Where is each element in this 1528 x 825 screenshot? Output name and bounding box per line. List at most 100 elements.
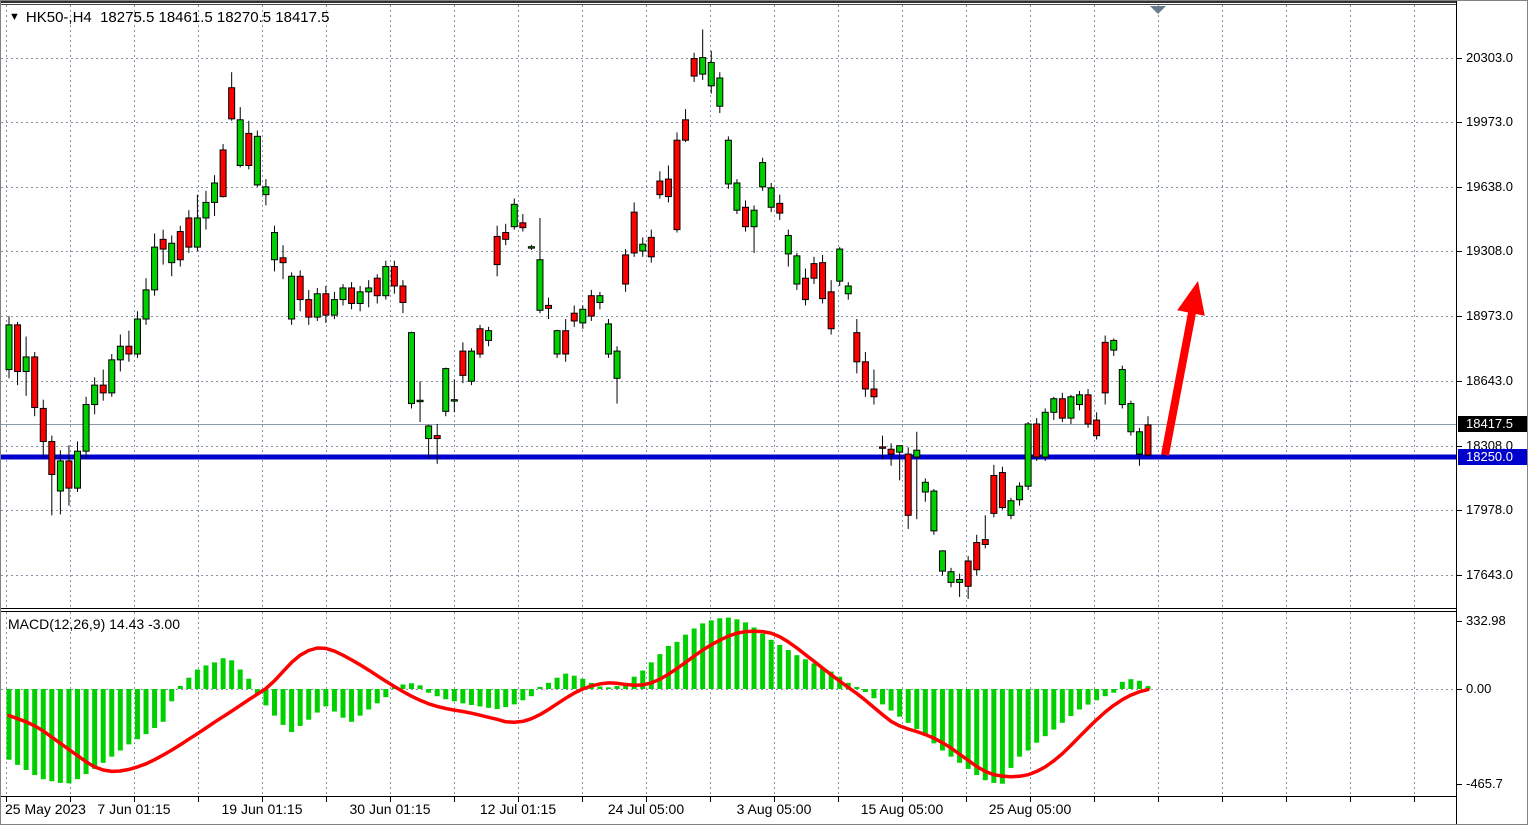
candle-body-down	[1059, 399, 1065, 418]
candle-body-up	[1042, 412, 1048, 457]
macd-histogram-bar	[400, 684, 405, 689]
candle-body-up	[331, 300, 337, 316]
candle-body-down	[374, 278, 380, 295]
candle-body-down	[691, 59, 697, 76]
macd-histogram-bar	[923, 689, 928, 736]
time-axis-tick	[326, 797, 327, 802]
macd-histogram-bar	[1060, 689, 1065, 723]
candle-body-up	[1076, 395, 1082, 405]
macd-histogram-bar	[606, 687, 611, 689]
macd-histogram-bar	[597, 687, 602, 689]
time-axis-tick	[1094, 797, 1095, 802]
macd-histogram-bar	[349, 689, 354, 722]
trend-arrow-head[interactable]	[1177, 281, 1205, 316]
candle-body-up	[837, 249, 843, 281]
candle-body-up	[426, 426, 432, 439]
macd-histogram-bar	[203, 665, 208, 689]
price-axis-label: 19638.0	[1466, 179, 1513, 194]
time-axis-label: 30 Jun 01:15	[350, 801, 431, 817]
macd-histogram-bar	[529, 689, 534, 696]
candle-body-down	[229, 88, 235, 119]
candle-body-up	[451, 400, 457, 401]
candle-body-up	[957, 579, 963, 582]
macd-histogram-bar	[777, 645, 782, 689]
macd-histogram-bar	[700, 623, 705, 689]
macd-histogram-bar	[1068, 689, 1073, 716]
macd-histogram-bar	[1094, 689, 1099, 700]
candle-body-down	[349, 288, 355, 304]
candle-body-up	[914, 450, 920, 457]
macd-histogram-bar	[435, 689, 440, 696]
candle-body-down	[974, 543, 980, 570]
price-axis-label: 18643.0	[1466, 373, 1513, 388]
candle-body-down	[982, 540, 988, 545]
macd-histogram-bar	[75, 689, 80, 779]
time-axis-label: 24 Jul 05:00	[608, 801, 684, 817]
candle-body-up	[289, 276, 295, 319]
candle-body-down	[1034, 424, 1040, 457]
macd-histogram-bar	[1051, 689, 1056, 730]
current-bar-marker-icon	[1150, 6, 1166, 14]
candle-body-down	[494, 236, 500, 264]
macd-histogram-bar	[358, 689, 363, 716]
candle-body-down	[965, 561, 971, 586]
macd-indicator-label: MACD(12,26,9) 14.43 -3.00	[8, 616, 180, 632]
candle-body-up	[614, 351, 620, 378]
macd-histogram-bar	[1034, 689, 1039, 743]
macd-histogram-bar	[298, 689, 303, 726]
candle-body-up	[1017, 486, 1023, 500]
macd-histogram-bar	[289, 689, 294, 732]
time-axis-tick	[966, 797, 967, 802]
candle-body-down	[828, 292, 834, 329]
candle-body-down	[477, 329, 483, 354]
candle-body-up	[143, 290, 149, 319]
trend-arrow-shaft[interactable]	[1165, 313, 1192, 455]
candle-body-down	[32, 357, 38, 408]
symbol-dropdown-icon[interactable]: ▼	[9, 11, 20, 23]
macd-histogram-bar	[512, 689, 517, 704]
macd-histogram-bar	[1043, 689, 1048, 736]
candle-body-up	[708, 62, 714, 85]
candle-body-down	[991, 475, 997, 513]
chart-canvas[interactable]	[1, 1, 1456, 825]
time-axis-label: 25 May 2023	[5, 801, 86, 817]
time-axis-label: 7 Jun 01:15	[97, 801, 170, 817]
axis-tick	[1457, 187, 1462, 188]
macd-histogram-bar	[914, 689, 919, 729]
candle-body-down	[802, 278, 808, 299]
candle-body-up	[237, 120, 243, 166]
candle-body-down	[460, 351, 466, 375]
macd-histogram-bar	[161, 689, 166, 722]
macd-histogram-bar	[186, 678, 191, 689]
macd-histogram-bar	[221, 658, 226, 689]
candle-body-up	[605, 324, 611, 354]
macd-histogram-bar	[854, 687, 859, 689]
candle-body-up	[468, 351, 474, 381]
macd-histogram-bar	[92, 689, 97, 769]
time-axis[interactable]: 25 May 2023 7 Jun 01:15 19 Jun 01:15 30 Jun…	[1, 797, 1456, 823]
macd-histogram-bar	[101, 689, 106, 763]
candle-body-up	[580, 309, 586, 323]
macd-histogram-bar	[366, 689, 371, 710]
candle-body-up	[939, 551, 945, 571]
time-axis-label: 19 Jun 01:15	[222, 801, 303, 817]
price-axis-label: 19308.0	[1466, 243, 1513, 258]
candle-body-down	[434, 436, 440, 439]
time-axis-label: 15 Aug 05:00	[861, 801, 944, 817]
macd-histogram-bar	[812, 663, 817, 689]
candle-body-down	[880, 447, 886, 448]
macd-histogram-bar	[880, 689, 885, 704]
candle-body-up	[109, 360, 115, 393]
candle-body-down	[905, 454, 911, 515]
candle-body-up	[717, 78, 723, 106]
price-axis[interactable]: 20303.019973.019638.019308.018973.018643…	[1456, 1, 1528, 825]
macd-histogram-bar	[178, 686, 183, 689]
macd-histogram-bar	[1103, 689, 1108, 696]
candle-body-up	[152, 247, 158, 290]
candle-body-down	[854, 333, 860, 362]
symbol-period-label: HK50-,H4	[26, 9, 92, 26]
macd-histogram-bar	[889, 689, 894, 711]
candle-body-down	[391, 267, 397, 286]
candle-body-up	[357, 292, 363, 304]
macd-histogram-bar	[426, 689, 431, 693]
